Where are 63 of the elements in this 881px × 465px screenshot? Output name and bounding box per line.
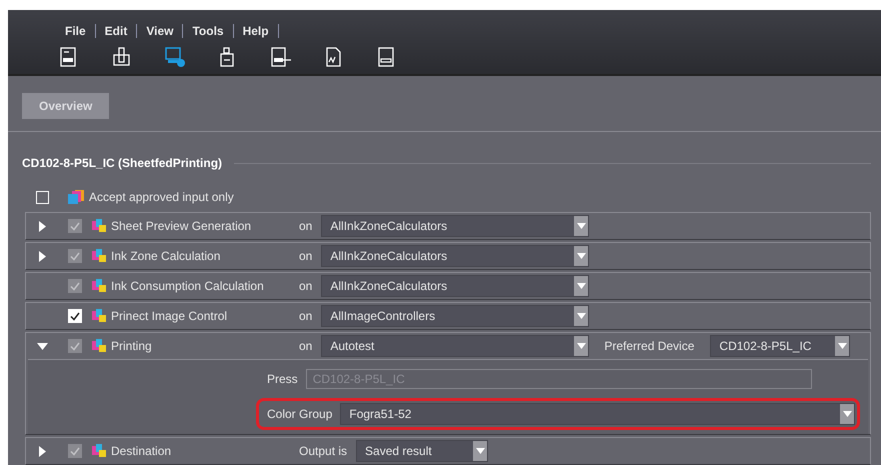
caret-icon (576, 343, 586, 349)
dropdown[interactable]: AllInkZoneCalculators (321, 245, 590, 267)
stacked-files-icon (67, 190, 85, 204)
step-icon (91, 279, 107, 293)
expand-arrow-icon[interactable] (38, 250, 46, 262)
caret-icon (842, 411, 852, 417)
checkbox[interactable] (68, 444, 82, 458)
connector-label: on (299, 278, 312, 295)
caret-icon (576, 253, 586, 259)
dropdown[interactable]: AllImageControllers (321, 305, 590, 327)
field-label: Press (266, 371, 298, 388)
connector-label: Output is (299, 443, 348, 460)
dropdown[interactable]: Saved result (356, 440, 488, 462)
collapse-arrow-icon[interactable] (36, 342, 48, 350)
step-icon (91, 339, 107, 353)
step-icon (91, 444, 107, 458)
expand-arrow-icon[interactable] (38, 446, 46, 456)
checkbox[interactable] (36, 190, 49, 204)
dropdown[interactable]: AllInkZoneCalculators (321, 215, 590, 237)
caret-icon (476, 448, 485, 454)
dropdown[interactable]: Fogra51-52 (340, 403, 856, 425)
step-name: Prinect Image Control (111, 308, 228, 325)
step-name: Ink Zone Calculation (111, 248, 222, 265)
connector-label: on (299, 338, 312, 355)
expand-arrow-icon[interactable] (38, 220, 46, 232)
check-icon (70, 252, 80, 260)
step-name: Ink Consumption Calculation (111, 278, 265, 295)
field-label: Color Group (266, 406, 332, 423)
menu-item[interactable]: Tools (183, 22, 233, 40)
step-icon (91, 309, 107, 323)
connector-label: on (299, 218, 312, 235)
connector-label: on (299, 248, 312, 265)
check-icon (70, 342, 80, 350)
monitor-gear-icon[interactable] (164, 46, 186, 68)
checkbox[interactable] (68, 219, 82, 233)
menu-item[interactable]: Edit (96, 22, 136, 40)
step-icon (91, 219, 107, 233)
check-icon (70, 282, 80, 290)
section-title: CD102-8-P5L_IC (SheetfedPrinting) (22, 155, 222, 172)
menu-item[interactable]: Help (234, 22, 278, 40)
checkbox[interactable] (68, 279, 82, 293)
menu-item[interactable]: View (137, 22, 182, 40)
dropdown[interactable]: CD102-8-P5L_IC (710, 335, 850, 357)
checkbox[interactable] (68, 309, 82, 323)
checkbox[interactable] (68, 249, 82, 263)
check-icon (70, 312, 80, 320)
preferred-device-label: Preferred Device (604, 338, 694, 355)
menu-item[interactable]: File (56, 22, 95, 40)
caret-icon (576, 313, 586, 319)
step-name: Sheet Preview Generation (111, 218, 252, 235)
check-icon (70, 222, 80, 230)
step-icon (91, 249, 107, 263)
caret-icon (576, 283, 586, 289)
dropdown[interactable]: AllInkZoneCalculators (321, 275, 590, 297)
step-name: Printing (111, 338, 153, 355)
connector-label: on (299, 308, 312, 325)
caret-icon (576, 223, 586, 229)
caret-icon (838, 343, 847, 349)
check-icon (70, 446, 80, 456)
dropdown[interactable]: Autotest (321, 335, 590, 357)
accept-label: Accept approved input only (89, 189, 234, 206)
checkbox[interactable] (68, 339, 82, 353)
step-name: Destination (111, 443, 172, 460)
